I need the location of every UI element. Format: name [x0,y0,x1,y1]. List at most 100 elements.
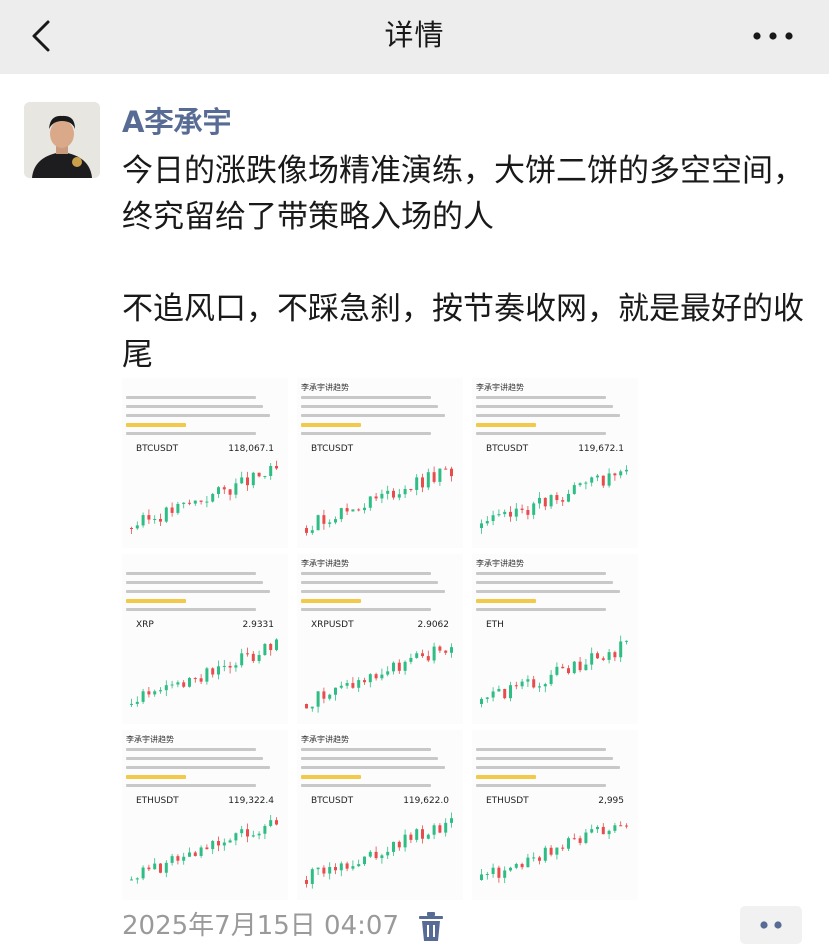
candle-body [538,497,541,504]
candle-body [351,866,355,869]
candle-body [199,678,203,682]
candlestick-thumbnail-chart [305,466,453,536]
candle-body [240,829,244,834]
candle-body [328,694,332,699]
candle-body [246,829,249,837]
candle-body [485,873,489,875]
candle-body [176,503,180,513]
candle-body [222,487,226,490]
candle-body [316,691,320,707]
candle-body [363,507,366,511]
candle-body [351,509,355,512]
candle-body [368,496,372,508]
candle-body [392,841,395,852]
candle-body [567,668,570,674]
candle-body [509,511,512,517]
candle-body [275,820,278,825]
image-thumbnail[interactable]: 李承宇讲趋势 BTCUSDT 119,672.1 [472,378,638,548]
candle-body [386,490,390,494]
candle-body [334,687,337,695]
candle-body [520,863,524,868]
image-thumbnail[interactable]: 李承宇讲趋势 XRPUSDT 2.9062 [297,554,463,724]
candle-body [578,838,582,843]
candle-body [572,661,576,674]
candle-body [397,841,401,848]
page-title: 详情 [384,18,445,52]
candle-body [339,508,343,520]
image-thumbnail[interactable]: 李承宇讲趋势 BTCUSDT [297,378,463,548]
candle-body [567,838,570,849]
candle-body [357,509,361,511]
candle-body [567,493,570,502]
candle-body [532,857,536,859]
candle-body [561,847,565,849]
candle-body [130,703,133,705]
candle-body [263,475,267,477]
post-paragraph: 今日的涨跌像场精准演练，大饼二饼的多空空间，终究留给了带策略入场的人 [122,153,804,235]
candle-body [135,525,139,529]
image-thumbnail[interactable]: 李承宇讲趋势 ETH [472,554,638,724]
candle-body [305,880,308,884]
candle-body [164,685,168,691]
candle-body [578,661,582,671]
candle-body [555,666,559,675]
candle-body [607,830,611,835]
candle-body [503,870,507,878]
candle-body [549,495,553,507]
candle-body [305,528,308,533]
candle-body [170,684,174,686]
image-thumbnail[interactable]: 李承宇讲趋势 ETHUSDT 119,322.4 [122,730,288,900]
candle-body [509,867,512,871]
image-thumbnail[interactable]: ETHUSDT 2,995 [472,730,638,900]
image-grid: BTCUSDT 118,067.1 李承宇讲趋势 BTCUSDT 李承宇讲趋势 BTCUS… [122,378,638,900]
candle-body [432,825,436,835]
candle-body [601,658,605,660]
candlestick-thumbnail-chart [130,814,278,884]
candle-body [234,833,238,841]
candle-body [159,519,162,522]
more-options-button[interactable] [751,24,795,48]
avatar[interactable] [24,102,100,178]
candle-body [590,477,594,483]
candle-body [584,482,588,484]
post-timestamp: 2025年7月15日 04:07 [122,911,399,941]
candle-body [485,697,489,699]
candle-body [409,488,413,490]
candle-body [211,493,215,502]
candle-body [275,639,278,651]
candle-body [345,683,349,686]
candle-body [380,493,384,499]
candle-body [590,829,594,833]
delete-button[interactable] [418,912,444,942]
candle-body [480,698,483,704]
candle-body [234,483,238,495]
candle-body [601,475,605,486]
candle-body [480,523,483,528]
image-thumbnail[interactable]: BTCUSDT 118,067.1 [122,378,288,548]
candle-body [164,862,168,873]
candle-body [584,664,588,671]
candle-body [561,500,565,502]
candle-body [141,691,145,702]
candle-body [497,688,501,692]
author-name[interactable]: A李承宇 [122,100,231,144]
candle-body [159,690,162,692]
comment-button[interactable] [740,906,802,944]
candle-body [322,691,326,699]
candle-body [310,530,314,533]
candle-body [421,477,424,488]
candle-body [176,856,180,861]
candle-body [316,867,320,870]
candle-body [538,686,541,688]
candle-body [205,501,209,503]
candle-body [543,497,547,507]
image-thumbnail[interactable]: XRP 2.9331 [122,554,288,724]
candle-body [257,472,261,477]
image-thumbnail[interactable]: 李承宇讲趋势 BTCUSDT 119,622.0 [297,730,463,900]
candle-body [444,650,448,653]
candle-body [503,688,507,699]
candle-body [251,472,255,486]
candle-body [619,471,623,476]
candle-body [351,683,355,688]
candle-body [228,840,232,843]
